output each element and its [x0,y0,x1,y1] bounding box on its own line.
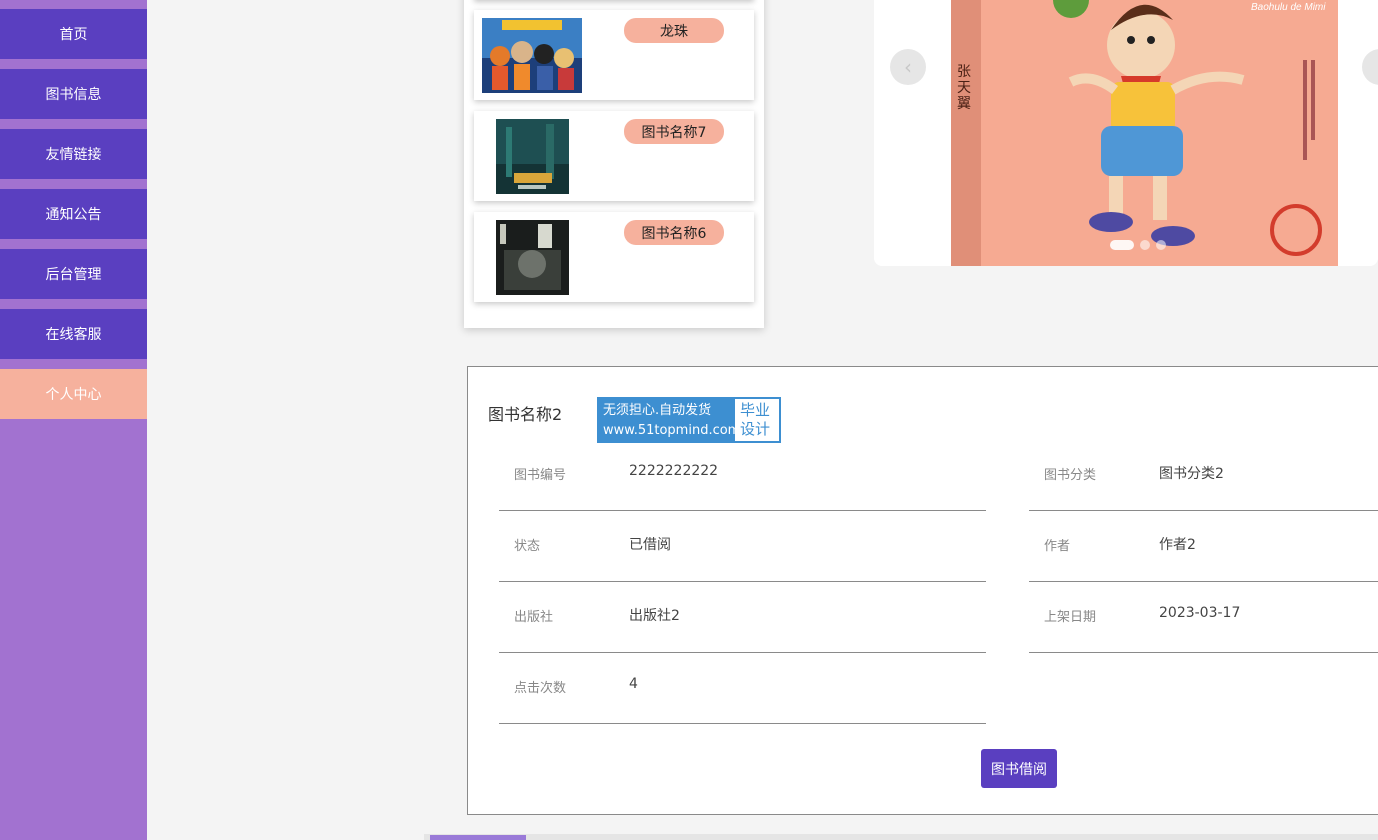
field-author: 作者 作者2 [1029,511,1378,582]
field-category: 图书分类 图书分类2 [1029,440,1378,511]
carousel-indicator[interactable] [1156,240,1166,250]
field-value: 2023-03-17 [1159,605,1241,621]
field-value: 2222222222 [629,463,719,479]
book-name-tag: 龙珠 [624,18,724,43]
horizontal-scrollbar[interactable] [424,834,1378,840]
nav-item-book-info[interactable]: 图书信息 [0,69,147,119]
borrow-button[interactable]: 图书借阅 [981,749,1057,788]
book-name-tag: 图书名称7 [624,119,724,144]
field-value: 已借阅 [629,537,671,553]
carousel-indicator[interactable] [1140,240,1150,250]
book-card[interactable]: 龙珠 [474,10,754,100]
carousel-slide-image: Baohulu de Mimi 张天翼 [951,0,1338,266]
nav-item-links[interactable]: 友情链接 [0,129,147,179]
promo-badge-line1: 无须担心.自动发货 [603,403,712,418]
nav-item-home[interactable]: 首页 [0,9,147,59]
book-cover-image [482,18,582,93]
carousel-indicators [1110,240,1166,250]
sidebar: 首页 图书信息 友情链接 通知公告 后台管理 在线客服 个人中心 [0,0,147,840]
field-value: 作者2 [1159,537,1196,553]
carousel-indicator[interactable] [1110,240,1134,250]
promo-badge-right1: 毕业 [740,401,771,419]
field-value: 4 [629,676,638,692]
cover-author: 张天翼 [957,64,971,112]
book-cover-image [496,220,569,295]
field-value: 图书分类2 [1159,466,1224,482]
nav-item-profile[interactable]: 个人中心 [0,369,147,419]
chevron-left-icon: ‹ [904,55,912,79]
scrollbar-thumb[interactable] [430,835,526,840]
field-publisher: 出版社 出版社2 [499,582,986,653]
field-label: 点击次数 [514,681,567,696]
book-detail-panel: 图书名称2 无须担心.自动发货 www.51topmind.com 毕业 设计 … [467,366,1378,815]
field-label: 图书编号 [514,468,567,483]
field-clicks: 点击次数 4 [499,653,986,724]
carousel-next-button[interactable] [1362,49,1378,85]
book-card[interactable]: 图书名称6 [474,212,754,302]
field-value: 出版社2 [629,608,680,624]
field-status: 状态 已借阅 [499,511,986,582]
book-list-panel: 龙珠 图书名称7 图书名称6 [464,0,764,328]
field-shelf-date: 上架日期 2023-03-17 [1029,582,1378,653]
field-book-no: 图书编号 2222222222 [499,440,986,511]
book-name-tag: 图书名称6 [624,220,724,245]
field-label: 作者 [1044,539,1071,554]
field-label: 上架日期 [1044,610,1097,625]
field-label: 图书分类 [1044,468,1097,483]
nav-item-support[interactable]: 在线客服 [0,309,147,359]
promo-badge-line2: www.51topmind.com [603,423,741,438]
nav-item-notices[interactable]: 通知公告 [0,189,147,239]
promo-badge: 无须担心.自动发货 www.51topmind.com 毕业 设计 [597,397,781,443]
book-card[interactable]: 图书名称7 [474,111,754,201]
nav-item-admin[interactable]: 后台管理 [0,249,147,299]
book-title: 图书名称2 [488,405,563,424]
carousel-prev-button[interactable]: ‹ [890,49,926,85]
cover-subtitle: Baohulu de Mimi [1251,2,1326,13]
field-label: 状态 [514,539,541,554]
promo-badge-right2: 设计 [740,420,771,438]
book-cover-image [496,119,569,194]
carousel: ‹ Baohulu de Mimi 张天翼 [874,0,1378,266]
field-label: 出版社 [514,610,554,625]
